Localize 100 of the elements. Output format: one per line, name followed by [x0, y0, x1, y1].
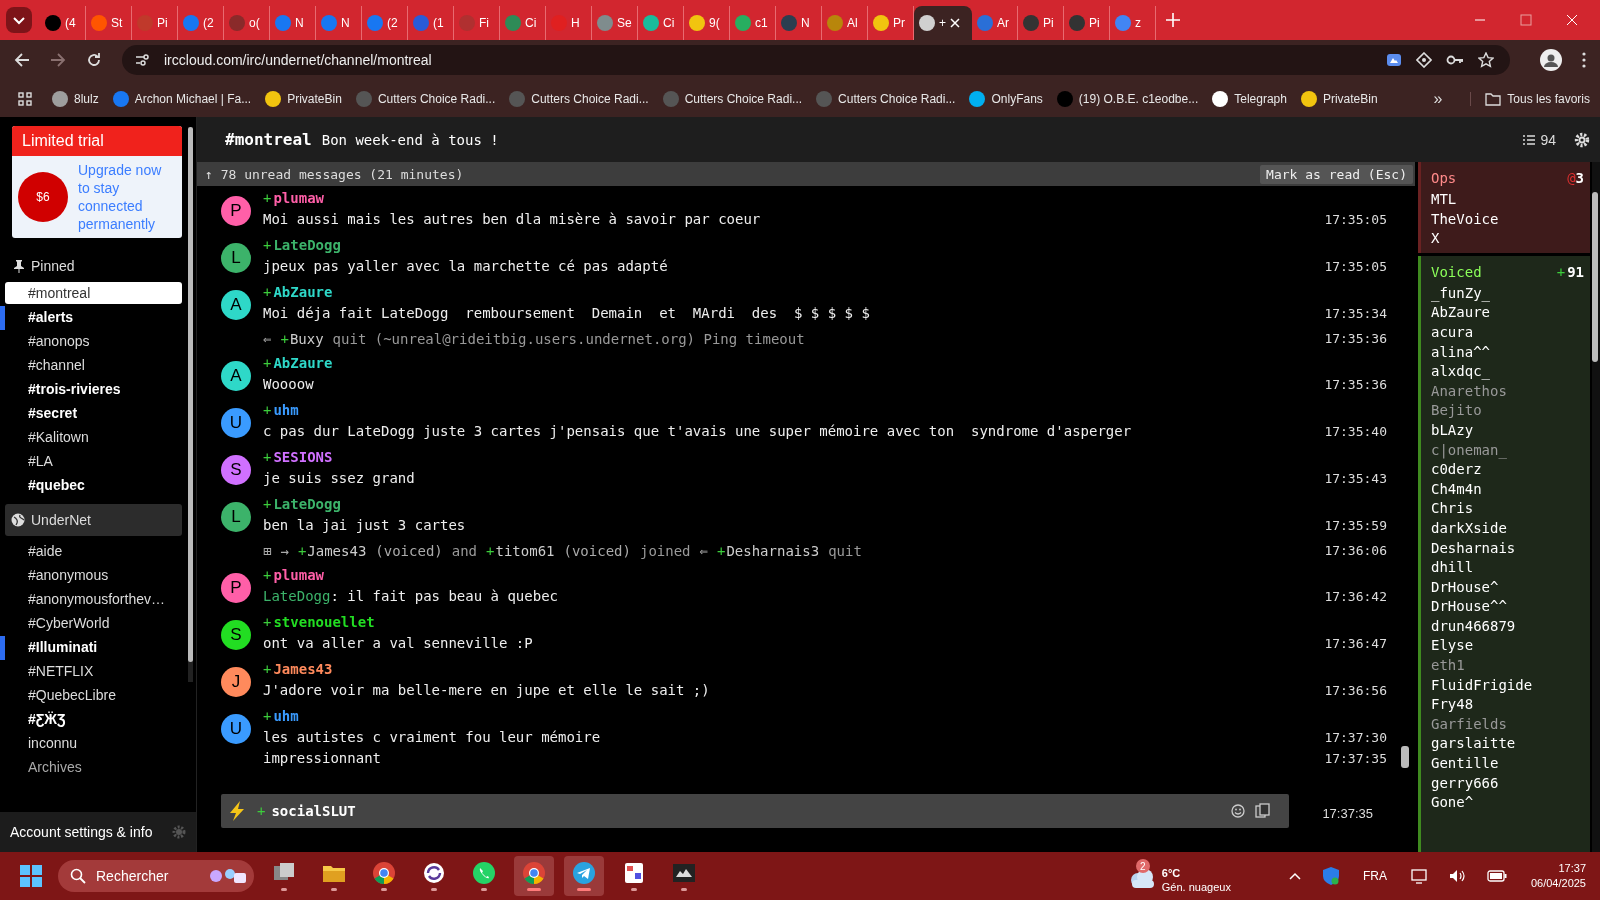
channel-item[interactable]: #secret: [5, 402, 182, 424]
member-name[interactable]: MTL: [1431, 190, 1584, 210]
nickname[interactable]: James43: [307, 543, 367, 559]
lens-icon[interactable]: [1416, 52, 1432, 68]
member-name[interactable]: darkXside: [1431, 518, 1584, 539]
member-name[interactable]: c0derz: [1431, 460, 1584, 480]
reload-icon[interactable]: [86, 52, 102, 68]
member-name[interactable]: Fry48: [1431, 695, 1584, 715]
member-name[interactable]: X: [1431, 229, 1584, 249]
channel-item[interactable]: #CyberWorld: [5, 612, 182, 634]
channel-item[interactable]: #QuebecLibre: [5, 684, 182, 706]
search-field[interactable]: Rechercher: [58, 860, 254, 892]
scrollbar[interactable]: [1592, 162, 1600, 852]
nickname[interactable]: AbZaure: [273, 355, 333, 371]
member-name[interactable]: FluidFrigide: [1431, 675, 1584, 696]
all-bookmarks-button[interactable]: Tous les favoris: [1470, 91, 1590, 106]
user-avatar[interactable]: U: [221, 408, 251, 438]
member-name[interactable]: AbZaure: [1431, 303, 1584, 323]
channel-item[interactable]: #NETFLIX: [5, 660, 182, 682]
member-name[interactable]: acura: [1431, 322, 1584, 343]
member-name[interactable]: c|oneman_: [1431, 440, 1584, 461]
battery-icon[interactable]: [1486, 870, 1507, 882]
section-header[interactable]: Pinned: [5, 238, 182, 282]
mention[interactable]: LateDogg: [263, 588, 331, 604]
nickname[interactable]: SESIONS: [273, 449, 333, 465]
channel-item[interactable]: #anonymous: [5, 564, 182, 586]
monitor-icon[interactable]: [1410, 868, 1427, 884]
channel-item[interactable]: #LA: [5, 450, 182, 472]
channel-item[interactable]: #trois-rivieres: [5, 378, 182, 400]
taskbar-app-button[interactable]: [564, 856, 604, 896]
apps-grid-icon[interactable]: [18, 91, 32, 106]
bookmark[interactable]: Telegraph: [1212, 90, 1287, 107]
tab-search-icon[interactable]: [6, 7, 32, 33]
user-avatar[interactable]: A: [221, 361, 251, 391]
bookmark[interactable]: Cutters Choice Radi...: [816, 90, 956, 107]
user-avatar[interactable]: A: [221, 290, 251, 320]
user-avatar[interactable]: S: [221, 455, 251, 485]
member-name[interactable]: Anarethos: [1431, 381, 1584, 402]
star-icon[interactable]: [1478, 52, 1494, 68]
shield-icon[interactable]: [1322, 867, 1339, 885]
message-input[interactable]: + socialSLUT: [221, 794, 1289, 828]
clock[interactable]: 17:37 06/04/2025: [1530, 861, 1586, 891]
new-tab-icon[interactable]: [1166, 13, 1180, 27]
archives-link[interactable]: Archives: [5, 756, 182, 778]
nickname[interactable]: LateDogg: [273, 237, 341, 253]
mark-as-read-button[interactable]: Mark as read (Esc): [1260, 164, 1413, 184]
user-avatar[interactable]: P: [221, 573, 251, 603]
user-avatar[interactable]: P: [221, 196, 251, 226]
member-name[interactable]: Desharnais: [1431, 538, 1584, 559]
menu-icon[interactable]: [1582, 52, 1586, 68]
bookmark[interactable]: (19) O.B.E. c1eodbe...: [1056, 90, 1199, 107]
member-name[interactable]: _funZy_: [1431, 283, 1584, 304]
weather-widget[interactable]: 2 6°C Gén. nuageux: [1125, 856, 1233, 896]
paste-icon[interactable]: [1255, 803, 1271, 819]
extension-icon[interactable]: [1386, 52, 1402, 68]
member-name[interactable]: Garfields: [1431, 714, 1584, 735]
user-avatar[interactable]: L: [221, 502, 251, 532]
forward-icon[interactable]: [50, 52, 66, 68]
nickname[interactable]: plumaw: [273, 567, 324, 583]
scrollbar[interactable]: [188, 127, 193, 682]
profile-avatar-icon[interactable]: [1540, 49, 1562, 71]
channel-item[interactable]: #channel: [5, 354, 182, 376]
member-name[interactable]: drun466879: [1431, 616, 1584, 637]
channel-item[interactable]: inconnu: [5, 732, 182, 754]
nickname[interactable]: titom61: [495, 543, 555, 559]
account-settings-bar[interactable]: Account settings & info: [0, 812, 196, 852]
nickname[interactable]: uhm: [273, 708, 299, 724]
channel-item[interactable]: #anonymousforthev…: [5, 588, 182, 610]
user-avatar[interactable]: L: [221, 243, 251, 273]
browser-tab[interactable]: +: [914, 6, 972, 40]
windows-start-icon[interactable]: [20, 865, 42, 887]
bookmark[interactable]: Cutters Choice Radi...: [662, 90, 803, 107]
member-name[interactable]: DrHouse^: [1431, 577, 1584, 598]
address-bar[interactable]: irccloud.com/irc/undernet/channel/montreal: [122, 45, 1510, 75]
user-avatar[interactable]: S: [221, 620, 251, 650]
member-count-button[interactable]: 94: [1523, 131, 1556, 148]
more-bookmarks-button[interactable]: »: [1433, 89, 1443, 108]
network-header[interactable]: UnderNet: [5, 504, 182, 536]
channel-item[interactable]: #aide: [5, 540, 182, 562]
channel-item[interactable]: #montreal: [5, 282, 182, 304]
nickname[interactable]: plumaw: [273, 190, 324, 206]
emoji-icon[interactable]: [1231, 804, 1245, 818]
member-name[interactable]: alina^^: [1431, 342, 1584, 363]
bookmark[interactable]: Cutters Choice Radi...: [355, 90, 496, 107]
nickname[interactable]: stvenouellet: [273, 614, 375, 630]
channel-item[interactable]: #ƸӜƷ: [5, 708, 182, 730]
bookmark[interactable]: 8lulz: [52, 90, 99, 107]
close-icon[interactable]: [950, 18, 960, 28]
member-name[interactable]: dhill: [1431, 558, 1584, 578]
speaker-icon[interactable]: [1448, 868, 1465, 884]
member-name[interactable]: DrHouse^^: [1431, 597, 1584, 617]
member-name[interactable]: Ch4m4n: [1431, 479, 1584, 500]
member-name[interactable]: Chris: [1431, 499, 1584, 519]
back-icon[interactable]: [14, 52, 30, 68]
channel-item[interactable]: #Kalitown: [5, 426, 182, 448]
channel-item[interactable]: #quebec: [5, 474, 182, 496]
member-name[interactable]: Elyse: [1431, 636, 1584, 657]
bookmark[interactable]: PrivateBin: [1300, 90, 1378, 107]
member-name[interactable]: alxdqc_: [1431, 362, 1584, 382]
upgrade-link[interactable]: Upgrade now to stay connected permanently: [78, 161, 176, 233]
